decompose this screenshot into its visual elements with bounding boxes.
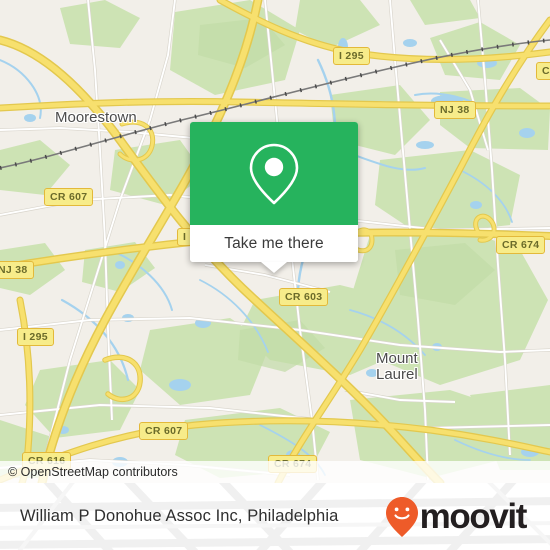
osm-attribution-text[interactable]: © OpenStreetMap contributors (0, 465, 178, 479)
location-title: William P Donohue Assoc Inc, Philadelphi… (20, 507, 339, 525)
map-attribution-bar[interactable]: © OpenStreetMap contributors (0, 461, 550, 483)
take-me-there-callout[interactable]: Take me there (190, 122, 358, 273)
callout-pointer-tail (261, 262, 287, 273)
road-shield-nj38-west: NJ 38 (0, 261, 34, 279)
road-shield-i295-north: I 295 (333, 47, 370, 65)
road-shield-cr603: CR 603 (279, 288, 329, 306)
moovit-location-map-page: Moorestown Mount Laurel I 295 NJ 38 CR 60… (0, 0, 550, 550)
road-shield-nj38-north: NJ 38 (434, 101, 476, 119)
take-me-there-label: Take me there (224, 234, 324, 252)
footer-content: William P Donohue Assoc Inc, Philadelphi… (0, 483, 550, 550)
road-shield-east-edge-clipped: C (536, 62, 550, 80)
map-pin-icon (249, 143, 299, 204)
road-shield-cr607-west: CR 607 (44, 188, 94, 206)
road-shield-i295-southwest: I 295 (17, 328, 54, 346)
callout-header (190, 122, 358, 225)
moovit-wordmark: moovit (419, 497, 528, 536)
callout-action-bar[interactable]: Take me there (190, 225, 358, 273)
moovit-logo[interactable]: moovit (385, 496, 528, 538)
road-shield-cr674-east: CR 674 (496, 236, 546, 254)
map-canvas[interactable]: Moorestown Mount Laurel I 295 NJ 38 CR 60… (0, 0, 550, 483)
road-shield-cr607-south: CR 607 (139, 422, 189, 440)
footer-bar: William P Donohue Assoc Inc, Philadelphi… (0, 483, 550, 550)
moovit-pin-icon (385, 496, 418, 537)
